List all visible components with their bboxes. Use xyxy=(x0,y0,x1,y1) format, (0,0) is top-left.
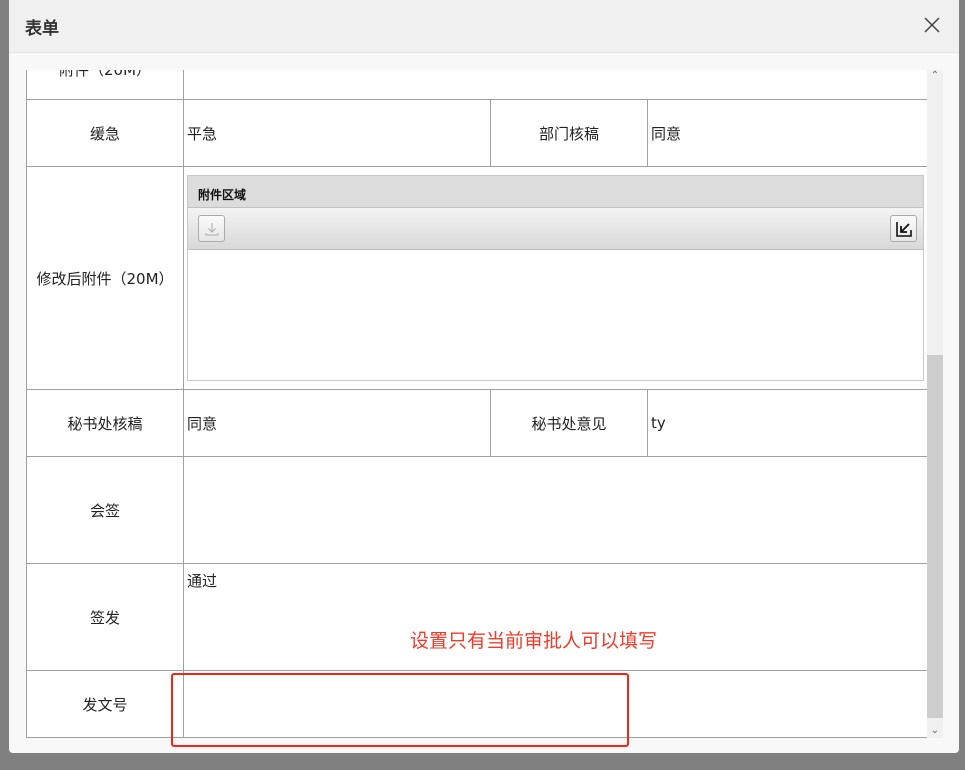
secretary-review-label: 秘书处核稿 xyxy=(26,389,184,457)
annotation-highlight-box xyxy=(171,673,629,747)
upload-button[interactable] xyxy=(890,215,918,242)
scrollbar[interactable]: ⌃ ⌄ xyxy=(927,70,943,738)
attachment-area-title: 附件区域 xyxy=(188,176,924,208)
secretary-opinion-label: 秘书处意见 xyxy=(490,389,648,457)
dept-review-label: 部门核稿 xyxy=(490,99,648,167)
countersign-value[interactable] xyxy=(182,456,929,564)
annotation-note: 设置只有当前审批人可以填写 xyxy=(410,630,658,652)
secretary-opinion-value[interactable]: ty xyxy=(646,389,929,457)
table-row: 秘书处核稿 同意 秘书处意见 ty xyxy=(26,389,929,457)
attachment-cell xyxy=(182,70,929,100)
dialog-title: 表单 xyxy=(25,19,59,39)
attachment-label: 附件（20M） xyxy=(26,70,184,100)
table-row: 附件（20M） xyxy=(26,70,929,100)
issue-value[interactable]: 通过 xyxy=(182,563,929,671)
attachment-area: 附件区域 xyxy=(187,175,925,381)
scrollbar-thumb[interactable] xyxy=(927,355,943,718)
scroll-up-icon[interactable]: ⌃ xyxy=(927,70,943,81)
secretary-review-value[interactable]: 同意 xyxy=(183,389,491,457)
table-row: 缓急 平急 部门核稿 同意 xyxy=(26,99,929,167)
scroll-down-icon[interactable]: ⌄ xyxy=(927,725,943,736)
countersign-label: 会签 xyxy=(26,456,184,564)
modified-attachment-label: 修改后附件（20M） xyxy=(26,166,184,390)
dialog-header: 表单 xyxy=(9,0,959,53)
download-icon xyxy=(205,222,218,235)
issue-label: 签发 xyxy=(26,563,184,671)
download-button[interactable] xyxy=(198,215,225,242)
dept-review-value[interactable]: 同意 xyxy=(646,99,929,167)
import-icon xyxy=(895,221,912,237)
table-row: 修改后附件（20M） 附件区域 xyxy=(26,166,929,390)
attachment-area-cell: 附件区域 xyxy=(182,166,929,390)
attachment-toolbar xyxy=(188,208,924,250)
table-row: 会签 xyxy=(26,456,929,564)
urgency-value[interactable]: 平急 xyxy=(183,99,491,167)
urgency-label: 缓急 xyxy=(26,99,184,167)
table-row: 签发 通过 xyxy=(26,563,929,671)
close-icon[interactable] xyxy=(921,14,943,36)
doc-number-label: 发文号 xyxy=(26,670,184,738)
